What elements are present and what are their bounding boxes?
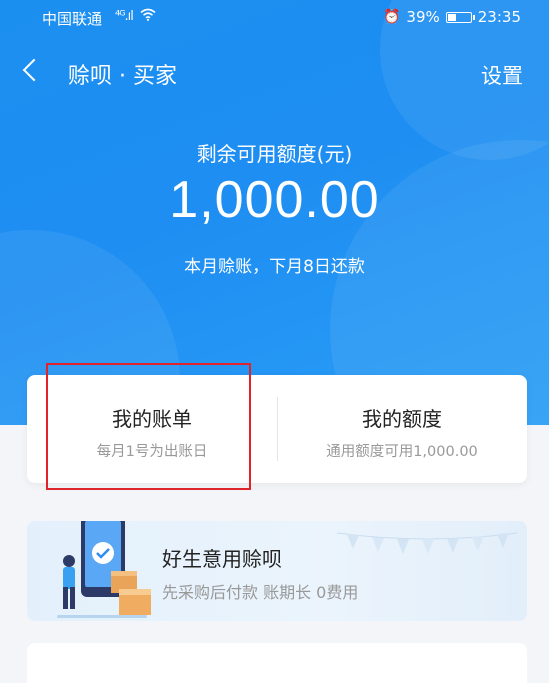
hero-banner: 中国联通 ⁴ᴳ.ıl ⏰ 39% 23:35 赊呗 · 买家 设置 剩余可用额度… — [0, 0, 549, 425]
bunting-decoration — [337, 532, 517, 554]
status-bar: 中国联通 ⁴ᴳ.ıl ⏰ 39% 23:35 — [0, 0, 549, 34]
alarm-icon: ⏰ — [382, 9, 401, 25]
promo-subtitle: 先采购后付款 账期长 0费用 — [162, 583, 359, 602]
back-arrow-icon[interactable] — [22, 58, 46, 82]
my-quota-button[interactable]: 我的额度 通用额度可用1,000.00 — [277, 375, 527, 483]
battery-percent: 39% — [406, 8, 440, 26]
settings-button[interactable]: 设置 — [481, 60, 523, 90]
repay-note: 本月赊账，下月8日还款 — [184, 257, 365, 277]
quota-amount: 1,000.00 — [169, 171, 380, 229]
page-title: 赊呗 · 买家 — [68, 64, 177, 89]
quota-label: 剩余可用额度(元) — [196, 142, 353, 166]
promo-title: 好生意用赊呗 — [162, 547, 282, 571]
highlight-box — [46, 363, 251, 490]
my-quota-subtitle: 通用额度可用1,000.00 — [326, 444, 478, 460]
network-label: ⁴ᴳ.ıl — [115, 9, 134, 24]
clock-time: 23:35 — [477, 8, 521, 26]
my-quota-title: 我的额度 — [362, 407, 442, 431]
nav-bar: 赊呗 · 买家 设置 — [0, 50, 549, 100]
signal-icon: ⁴ᴳ.ıl — [115, 8, 156, 24]
carrier-name: 中国联通 — [42, 10, 103, 28]
phone-shopping-illustration — [57, 521, 151, 618]
promo-banner[interactable]: 好生意用赊呗 先采购后付款 账期长 0费用 — [27, 521, 527, 621]
next-card — [27, 643, 527, 683]
wifi-icon — [140, 8, 156, 21]
battery-icon — [445, 11, 475, 23]
